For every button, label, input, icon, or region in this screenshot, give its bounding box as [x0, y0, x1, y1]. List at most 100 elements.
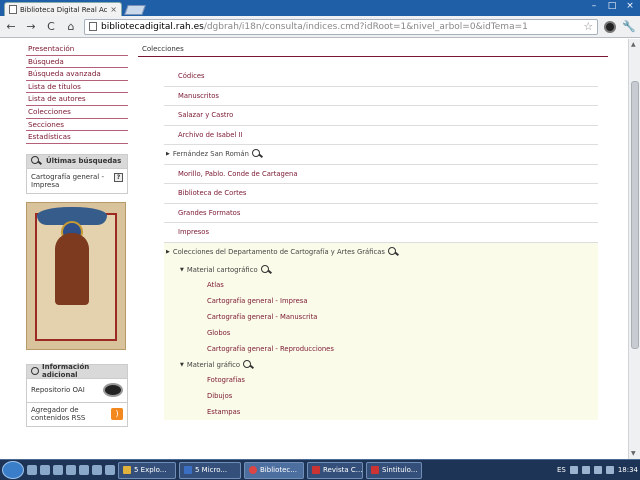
collection-fernandez[interactable]: ▶ Fernández San Román [164, 145, 598, 165]
rss-label: Agregador de contenidos RSS [31, 406, 86, 423]
collection-label: Colecciones del Departamento de Cartogra… [172, 248, 385, 257]
subcollection-item[interactable]: Cartografía general - Impresa [164, 293, 598, 309]
material-grafico[interactable]: ▼ Material gráfico [164, 357, 598, 372]
search-icon[interactable] [251, 149, 264, 159]
recent-search-link[interactable]: Cartografía general - Impresa [31, 173, 105, 189]
department-collections-panel: ▶ Colecciones del Departamento de Cartog… [164, 242, 598, 420]
quicklaunch-icon[interactable] [53, 465, 63, 475]
forward-icon[interactable]: → [24, 20, 38, 33]
search-icon[interactable] [260, 264, 273, 275]
taskbar-item-sintitulo[interactable]: Sintitulo... [366, 461, 422, 479]
bookmark-star-icon[interactable]: ☆ [583, 20, 593, 33]
scroll-thumb[interactable] [631, 81, 639, 349]
main-content: Colecciones Códices Manuscritos Salazar … [138, 43, 608, 453]
scroll-down-icon[interactable]: ▼ [631, 450, 636, 457]
material-cartografico[interactable]: ▼ Material cartográfico [164, 262, 598, 277]
rss-icon[interactable]: ) [111, 408, 123, 421]
tray-icon[interactable] [581, 466, 590, 474]
sidebar-menu: Presentación Búsqueda Búsqueda avanzada … [26, 43, 128, 144]
recent-searches-title: Últimas búsquedas [46, 157, 122, 166]
sidebar-item-busqueda[interactable]: Búsqueda [26, 56, 128, 69]
sidebar-item-lista-autores[interactable]: Lista de autores [26, 93, 128, 106]
help-icon[interactable]: ? [114, 172, 123, 182]
wrench-icon[interactable]: 🔧 [622, 20, 636, 33]
manuscript-illustration [26, 201, 126, 350]
collection-label: Fernández San Román [172, 150, 249, 159]
sidebar-item-secciones[interactable]: Secciones [26, 119, 128, 132]
maximize-icon[interactable]: □ [606, 1, 618, 11]
sidebar-item-busqueda-avanzada[interactable]: Búsqueda avanzada [26, 68, 128, 81]
subcollection-item[interactable]: Cartografía general - Manuscrita [164, 309, 598, 325]
rss-row[interactable]: Agregador de contenidos RSS ) [27, 401, 127, 426]
collapse-icon[interactable]: ▼ [180, 362, 184, 368]
tray-icon[interactable] [593, 466, 602, 474]
sidebar-item-lista-titulos[interactable]: Lista de títulos [26, 81, 128, 94]
quicklaunch-icon[interactable] [105, 465, 115, 475]
oai-logo-icon[interactable] [103, 383, 123, 398]
sidebar-item-colecciones[interactable]: Colecciones [26, 106, 128, 119]
quicklaunch-icon[interactable] [40, 465, 50, 475]
new-tab-button[interactable] [124, 5, 146, 15]
quicklaunch-icon[interactable] [79, 465, 89, 475]
document-icon [312, 466, 320, 474]
collection-item[interactable]: Códices [164, 67, 598, 87]
subcollection-item[interactable]: Cartografía general - Reproducciones [164, 341, 598, 357]
recent-search-item: Cartografía general - Impresa ? [27, 167, 127, 193]
oai-label: Repositorio OAI [31, 386, 85, 395]
volume-icon[interactable] [605, 466, 614, 474]
taskbar-item-browser[interactable]: Bibliotec... [244, 461, 304, 479]
system-tray: ES 18:34 [557, 466, 638, 474]
close-window-icon[interactable]: × [624, 1, 636, 11]
tray-icon[interactable] [569, 466, 578, 474]
scroll-up-icon[interactable]: ▲ [631, 41, 636, 48]
expand-icon[interactable]: ▶ [166, 151, 170, 157]
subcollection-item[interactable]: Globos [164, 325, 598, 341]
expand-icon[interactable]: ▶ [166, 249, 170, 255]
sidebar-item-estadisticas[interactable]: Estadísticas [26, 131, 128, 144]
info-icon [31, 367, 39, 376]
word-icon [184, 466, 192, 474]
page-content: Presentación Búsqueda Búsqueda avanzada … [0, 39, 628, 459]
subcollection-item[interactable]: Fotografías [164, 372, 598, 388]
start-button[interactable] [2, 461, 24, 479]
oai-row[interactable]: Repositorio OAI [27, 377, 127, 402]
sidebar-item-presentacion[interactable]: Presentación [26, 43, 128, 56]
window-titlebar: Biblioteca Digital Real Aca × – □ × [0, 0, 640, 16]
quicklaunch-icon[interactable] [27, 465, 37, 475]
url-path: /dgbrah/i18n/consulta/indices.cmd?idRoot… [203, 21, 528, 32]
collection-item[interactable]: Archivo de Isabel II [164, 126, 598, 145]
additional-info-header: Información adicional [27, 363, 127, 379]
collection-item[interactable]: Salazar y Castro [164, 106, 598, 126]
collection-department[interactable]: ▶ Colecciones del Departamento de Cartog… [164, 243, 598, 263]
search-icon[interactable] [243, 359, 255, 370]
extension-icon[interactable] [604, 20, 617, 33]
collapse-icon[interactable]: ▼ [180, 267, 184, 273]
back-icon[interactable]: ← [4, 20, 18, 33]
collection-item[interactable]: Manuscritos [164, 87, 598, 106]
clock[interactable]: 18:34 [618, 466, 638, 474]
recent-searches-box: Últimas búsquedas Cartografía general - … [26, 153, 128, 194]
reload-icon[interactable]: C [44, 20, 58, 33]
subcollection-item[interactable]: Estampas [164, 404, 598, 420]
home-icon[interactable]: ⌂ [64, 20, 78, 33]
search-icon[interactable] [387, 247, 400, 257]
taskbar-item-explorer[interactable]: 5 Explo... [118, 461, 176, 479]
collection-item[interactable]: Morillo, Pablo. Conde de Cartagena [164, 165, 598, 184]
taskbar-item-revista[interactable]: Revista C... [307, 461, 363, 479]
collections-list: Códices Manuscritos Salazar y Castro Arc… [164, 67, 598, 420]
collection-item[interactable]: Grandes Formatos [164, 204, 598, 223]
collection-item[interactable]: Biblioteca de Cortes [164, 184, 598, 204]
language-indicator[interactable]: ES [557, 466, 566, 474]
close-tab-icon[interactable]: × [110, 5, 117, 14]
page-scrollbar[interactable]: ▲ ▼ [628, 39, 640, 459]
browser-tab[interactable]: Biblioteca Digital Real Aca × [4, 2, 122, 16]
quicklaunch-icon[interactable] [66, 465, 76, 475]
address-bar[interactable]: bibliotecadigital.rah.es/dgbrah/i18n/con… [84, 18, 599, 35]
folder-icon [123, 466, 131, 474]
taskbar-item-word[interactable]: 5 Micro... [179, 461, 241, 479]
subcollection-item[interactable]: Atlas [164, 277, 598, 293]
collection-item[interactable]: Impresos [164, 223, 598, 243]
subcollection-item[interactable]: Dibujos [164, 388, 598, 404]
minimize-icon[interactable]: – [588, 1, 600, 11]
quicklaunch-icon[interactable] [92, 465, 102, 475]
